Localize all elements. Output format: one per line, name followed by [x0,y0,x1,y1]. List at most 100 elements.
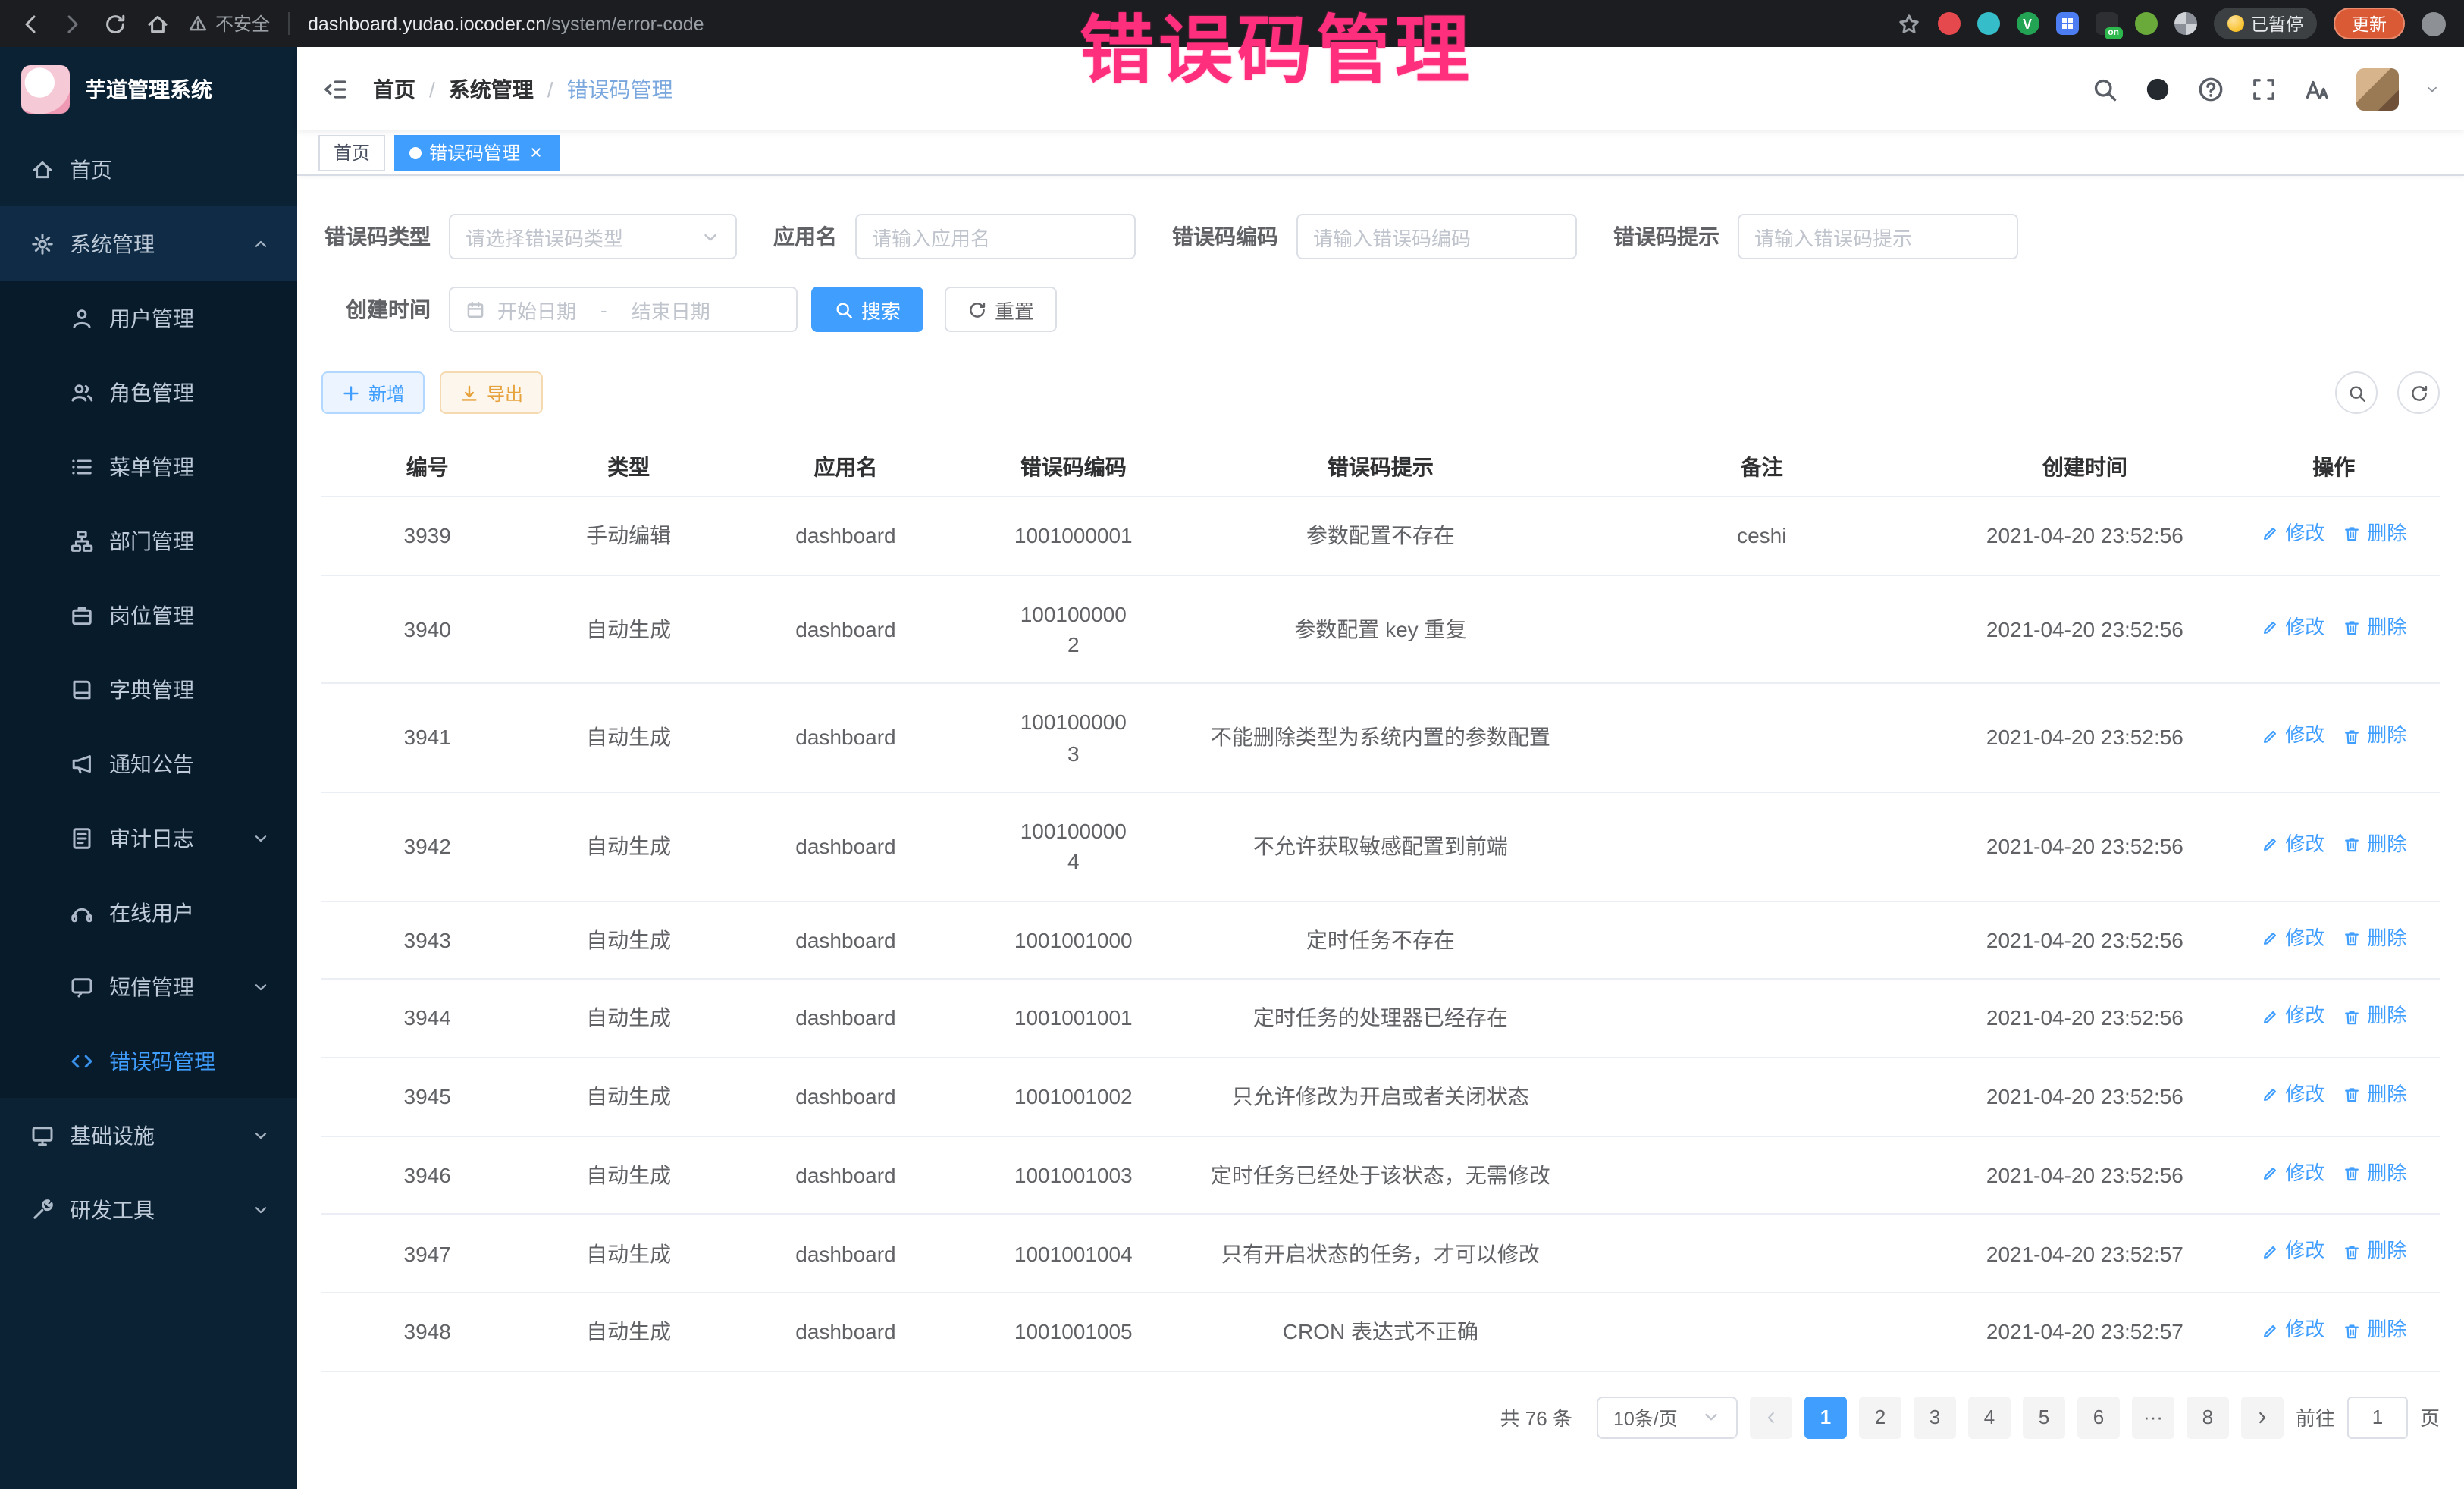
page-button-4[interactable]: 4 [1968,1397,2011,1439]
edit-link[interactable]: 修改 [2261,1238,2324,1267]
page-ellipsis[interactable]: ··· [2132,1397,2174,1439]
page-button-1[interactable]: 1 [1804,1397,1847,1439]
delete-link[interactable]: 删除 [2343,1002,2406,1031]
font-size-icon[interactable] [2303,75,2331,102]
add-button[interactable]: 新增 [321,371,425,414]
github-icon[interactable] [2144,75,2171,102]
next-page-button[interactable] [2241,1397,2284,1439]
sidebar-item-label: 审计日志 [109,823,194,853]
green-v-extension-icon[interactable]: V [2016,12,2039,35]
dark-on-extension-icon[interactable]: on [2095,12,2118,35]
header-search-icon[interactable] [2091,75,2118,102]
reset-button[interactable]: 重置 [945,287,1057,332]
sidebar-item-post[interactable]: 岗位管理 [0,578,297,652]
cell-id: 3942 [321,792,533,901]
sidebar-item-error-code[interactable]: 错误码管理 [0,1023,297,1098]
refresh-icon [967,299,987,319]
sidebar-item-audit-log[interactable]: 审计日志 [0,801,297,875]
error-type-select[interactable]: 请选择错误码类型 [449,214,737,259]
sidebar-item-dict[interactable]: 字典管理 [0,652,297,726]
pinwheel-extension-icon[interactable] [2174,12,2196,35]
fullscreen-icon[interactable] [2250,75,2277,102]
goto-page-input[interactable]: 1 [2347,1397,2408,1439]
sidebar-item-system[interactable]: 系统管理 [0,206,297,281]
prev-page-button[interactable] [1750,1397,1792,1439]
security-indicator[interactable]: 不安全 [188,11,270,36]
delete-link[interactable]: 删除 [2343,613,2406,642]
browser-update-button[interactable]: 更新 [2334,8,2405,39]
bookmark-star-icon[interactable] [1896,11,1920,36]
page-button-8[interactable]: 8 [2187,1397,2229,1439]
avatar-caret-icon[interactable] [2425,81,2440,96]
page-button-6[interactable]: 6 [2077,1397,2120,1439]
tab-error-code[interactable]: 错误码管理 [394,134,560,171]
delete-link[interactable]: 删除 [2343,1159,2406,1188]
create-time-label: 创建时间 [321,294,449,324]
sidebar-item-infra[interactable]: 基础设施 [0,1098,297,1172]
sidebar-item-dept[interactable]: 部门管理 [0,503,297,578]
error-msg-label: 错误码提示 [1613,221,1738,252]
refresh-table-button[interactable] [2397,371,2440,414]
sidebar-item-notice[interactable]: 通知公告 [0,726,297,801]
delete-link[interactable]: 删除 [2343,924,2406,953]
edit-link[interactable]: 修改 [2261,924,2324,953]
breadcrumb-item[interactable]: 系统管理 [449,74,534,104]
app-root: 芋道管理系统 首页系统管理用户管理角色管理菜单管理部门管理岗位管理字典管理通知公… [0,47,2464,1489]
delete-link[interactable]: 删除 [2343,1238,2406,1267]
cell-app: dashboard [724,979,967,1057]
page-button-5[interactable]: 5 [2023,1397,2065,1439]
edit-link[interactable]: 修改 [2261,1159,2324,1188]
delete-link[interactable]: 删除 [2343,831,2406,860]
tab-home[interactable]: 首页 [318,134,385,171]
sidebar-item-sms[interactable]: 短信管理 [0,949,297,1023]
browser-forward-icon[interactable] [61,11,85,36]
browser-profile-avatar[interactable] [2422,11,2446,36]
edit-link[interactable]: 修改 [2261,831,2324,860]
sidebar-item-home[interactable]: 首页 [0,132,297,206]
edit-link[interactable]: 修改 [2261,723,2324,751]
sidebar-item-online-user[interactable]: 在线用户 [0,875,297,949]
cell-msg: 不允许获取敏感配置到前端 [1179,792,1582,901]
browser-back-icon[interactable] [18,11,42,36]
breadcrumb-item[interactable]: 首页 [373,74,415,104]
sidebar-fold-button[interactable] [321,75,349,102]
green-leaf-extension-icon[interactable] [2134,12,2157,35]
error-msg-input[interactable]: 请输入错误码提示 [1738,214,2018,259]
delete-link[interactable]: 删除 [2343,723,2406,751]
browser-reload-icon[interactable] [103,11,127,36]
edit-link[interactable]: 修改 [2261,1081,2324,1110]
edit-link[interactable]: 修改 [2261,1316,2324,1345]
table-row-3946: 3946自动生成dashboard1001001003定时任务已经处于该状态，无… [321,1136,2440,1214]
delete-link[interactable]: 删除 [2343,520,2406,549]
browser-home-icon[interactable] [146,11,170,36]
blue-grid-extension-icon[interactable] [2055,12,2078,35]
sidebar-item-role[interactable]: 角色管理 [0,355,297,429]
toggle-search-button[interactable] [2335,371,2378,414]
teal-drop-extension-icon[interactable] [1977,12,1999,35]
page-button-3[interactable]: 3 [1914,1397,1956,1439]
help-icon[interactable] [2197,75,2224,102]
delete-link[interactable]: 删除 [2343,1316,2406,1345]
search-button[interactable]: 搜索 [811,287,923,332]
app-logo[interactable]: 芋道管理系统 [0,47,297,132]
delete-link[interactable]: 删除 [2343,1081,2406,1110]
sidebar-item-user[interactable]: 用户管理 [0,281,297,355]
paused-badge[interactable]: 已暂停 [2213,8,2317,39]
edit-link[interactable]: 修改 [2261,613,2324,642]
error-code-input[interactable]: 请输入错误码编码 [1296,214,1577,259]
page-button-2[interactable]: 2 [1859,1397,1901,1439]
create-time-range-picker[interactable]: 开始日期 - 结束日期 [449,287,798,332]
export-button[interactable]: 导出 [440,371,543,414]
tools-icon [30,1197,55,1221]
user-avatar[interactable] [2356,67,2399,110]
page-size-select[interactable]: 10条/页 [1597,1397,1738,1439]
cell-actions: 修改删除 [2227,979,2440,1057]
close-icon[interactable] [528,144,544,161]
app-name-input[interactable]: 请输入应用名 [855,214,1136,259]
address-bar[interactable]: dashboard.yudao.iocoder.cn/system/error-… [308,13,704,34]
sidebar-item-devtools[interactable]: 研发工具 [0,1172,297,1246]
edit-link[interactable]: 修改 [2261,520,2324,549]
sidebar-item-menu[interactable]: 菜单管理 [0,429,297,503]
red-circle-extension-icon[interactable] [1937,12,1960,35]
edit-link[interactable]: 修改 [2261,1002,2324,1031]
